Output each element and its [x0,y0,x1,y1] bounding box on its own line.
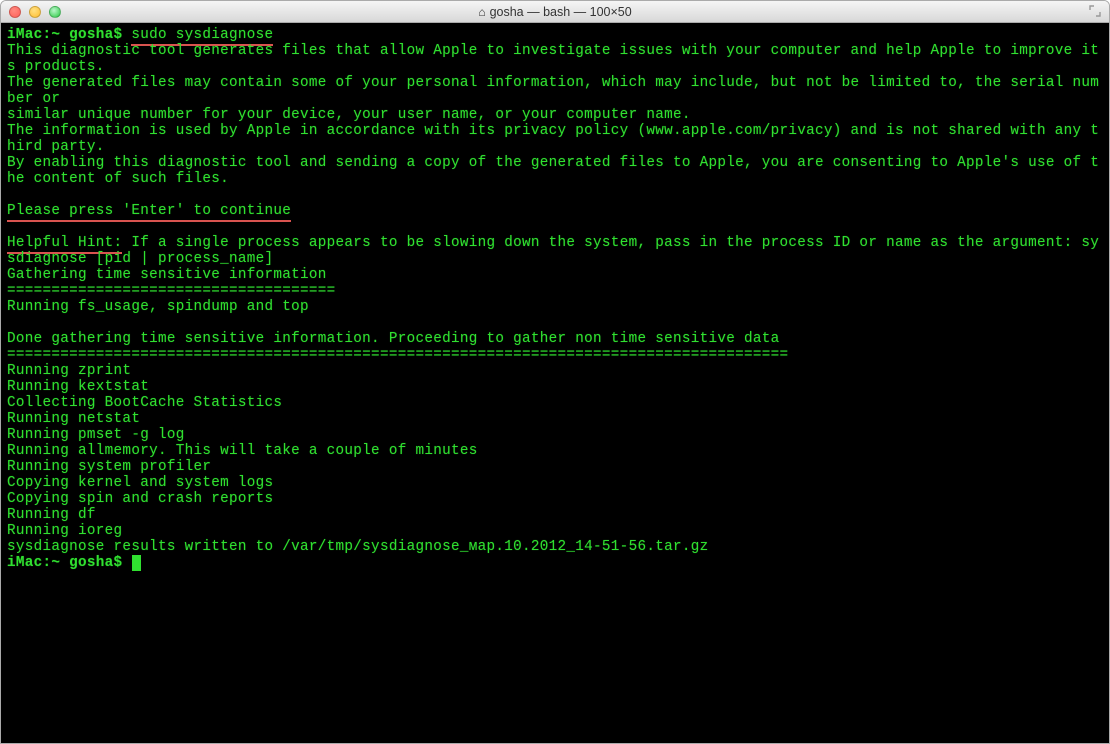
home-icon: ⌂ [478,6,485,18]
window-title-text: gosha — bash — 100×50 [490,5,632,19]
expand-icon[interactable] [1089,5,1103,19]
separator-line: ========================================… [7,347,788,363]
press-enter-line: Please press 'Enter' to continue [7,203,291,222]
output-line: Running kextstat [7,379,149,395]
output-line: Running allmemory. This will take a coup… [7,443,478,459]
output-line: Running fs_usage, spindump and top [7,299,309,315]
separator-line: ===================================== [7,283,336,299]
output-line: Collecting BootCache Statistics [7,395,282,411]
close-button[interactable] [9,6,21,18]
output-line: similar unique number for your device, y… [7,107,691,123]
output-line: Running netstat [7,411,140,427]
minimize-button[interactable] [29,6,41,18]
traffic-lights [9,6,61,18]
output-line: Running pmset -g log [7,427,185,443]
output-line: The generated files may contain some of … [7,75,1099,107]
prompt-host: iMac:~ gosha$ [7,555,131,571]
cursor [132,555,141,571]
output-line: Running system profiler [7,459,211,475]
output-line: Done gathering time sensitive informatio… [7,331,780,347]
window-title: ⌂ gosha — bash — 100×50 [1,5,1109,19]
zoom-button[interactable] [49,6,61,18]
output-line: Gathering time sensitive information [7,267,327,283]
output-line: Copying spin and crash reports [7,491,273,507]
output-line: Copying kernel and system logs [7,475,273,491]
output-line: sysdiagnose results written to /var/tmp/… [7,539,708,555]
helpful-hint-text: If a single process appears to be slowin… [7,235,1099,267]
terminal-content[interactable]: iMac:~ gosha$ sudo sysdiagnose This diag… [1,23,1109,743]
prompt-host: iMac:~ gosha$ [7,27,131,43]
terminal-window: ⌂ gosha — bash — 100×50 iMac:~ gosha$ su… [0,0,1110,744]
output-line: Running df [7,507,96,523]
output-line: This diagnostic tool generates files tha… [7,43,1099,75]
output-line: Running zprint [7,363,131,379]
output-line: Running ioreg [7,523,122,539]
output-line: The information is used by Apple in acco… [7,123,1099,155]
title-bar[interactable]: ⌂ gosha — bash — 100×50 [1,1,1109,23]
output-line: By enabling this diagnostic tool and sen… [7,155,1099,187]
